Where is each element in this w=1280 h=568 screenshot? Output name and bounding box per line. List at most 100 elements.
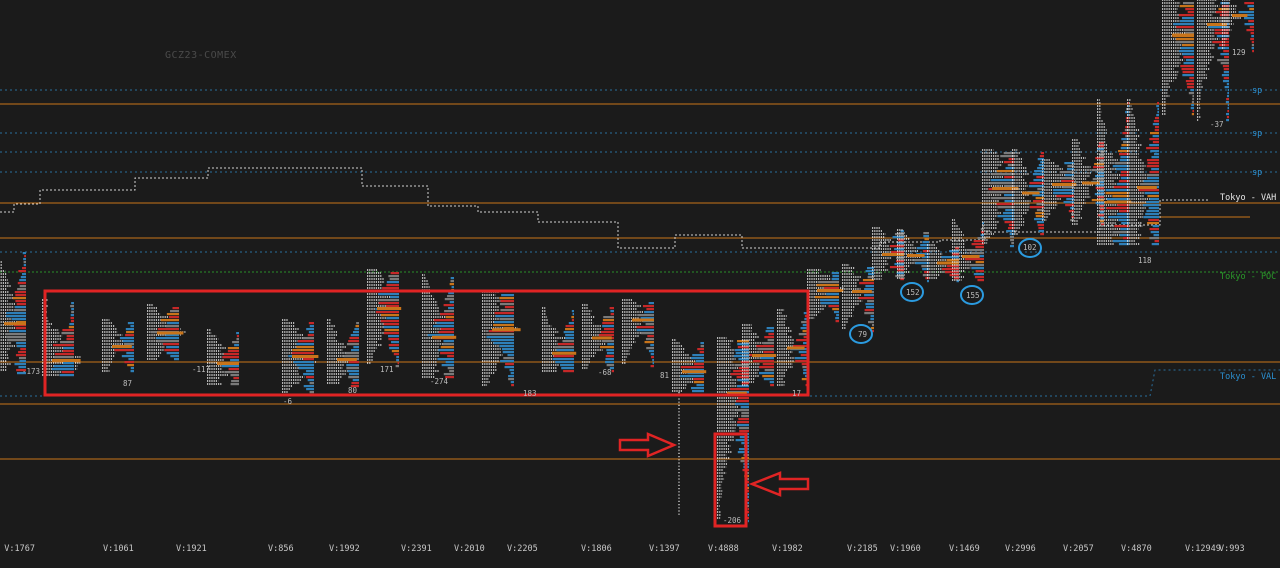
- volume-bar: [1225, 113, 1229, 116]
- volume-bar: [486, 336, 514, 339]
- volume-bar: [598, 334, 614, 337]
- volume-bar: [870, 318, 874, 321]
- volume-bar: [1153, 120, 1159, 123]
- volume-bar: [971, 267, 984, 270]
- volume-bar: [915, 262, 929, 265]
- volume-bar: [1140, 183, 1159, 186]
- volume-bar: [388, 275, 399, 278]
- volume-bar: [965, 258, 984, 261]
- volume-bar: [388, 344, 399, 347]
- volume-bar: [652, 359, 654, 362]
- volume-bar: [165, 325, 179, 328]
- volume-bar: [1138, 189, 1159, 192]
- volume-bar: [817, 281, 839, 284]
- volume-bar: [864, 309, 874, 312]
- volume-bar: [609, 307, 614, 310]
- volume-bar: [377, 299, 399, 302]
- volume-bar: [700, 342, 704, 345]
- volume-bar: [11, 318, 26, 321]
- volume-profile: [542, 307, 577, 373]
- volume-bar: [302, 337, 314, 340]
- delta-label: 129: [1232, 48, 1246, 57]
- volume-bar: [650, 353, 654, 356]
- volume-bar: [389, 347, 399, 350]
- volume-bar: [1097, 190, 1104, 193]
- volume-bar: [1183, 62, 1194, 65]
- volume-bar: [952, 253, 959, 256]
- volume-profile: [327, 319, 359, 388]
- volume-bar: [1154, 240, 1159, 243]
- volume-bar: [222, 356, 239, 359]
- volume-bar: [444, 310, 454, 313]
- volume-bar: [505, 363, 514, 366]
- volume-bar: [343, 355, 359, 358]
- delta-label: 183: [523, 389, 537, 398]
- volume-bar: [351, 382, 359, 385]
- volume-profile: [102, 319, 134, 373]
- volume-profile: [147, 304, 186, 361]
- volume-bar: [382, 287, 399, 290]
- volume-bar: [494, 312, 514, 315]
- volume-bar: [1181, 17, 1194, 20]
- volume-bar: [390, 272, 399, 275]
- volume-bar: [307, 379, 314, 382]
- volume-bar: [59, 374, 74, 377]
- volume-bar: [1153, 234, 1159, 237]
- volume-bar: [695, 360, 704, 363]
- volume-bar: [16, 345, 26, 348]
- volume-bar: [765, 330, 774, 333]
- volume-bar: [1227, 89, 1229, 92]
- volume-bar: [1009, 233, 1014, 236]
- volume-bar: [345, 352, 359, 355]
- volume-bar: [1178, 14, 1194, 17]
- chart-canvas[interactable]: sp sp sp Tokyo - VAH Tokyo - POC Tokyo - VAL -…: [0, 0, 1280, 568]
- volume-bar: [1179, 20, 1194, 23]
- volume-bar: [440, 313, 454, 316]
- volume-bar: [697, 348, 704, 351]
- volume-bar: [1151, 156, 1159, 159]
- volume-bar: [16, 342, 26, 345]
- volume-profile: [42, 299, 81, 377]
- volume-bar: [395, 365, 399, 368]
- volume-bar: [1182, 53, 1194, 56]
- volume-bar: [607, 343, 614, 346]
- volume-bar: [356, 322, 359, 325]
- volume-bar: [650, 365, 654, 368]
- poc-marker: [217, 362, 239, 365]
- volume-profile: [842, 264, 874, 333]
- volume-bar: [1059, 171, 1074, 174]
- volume-bar: [499, 303, 514, 306]
- volume-bar: [12, 297, 26, 300]
- volume-bar: [562, 340, 574, 343]
- volume-bar: [352, 331, 359, 334]
- volume-bar: [66, 335, 74, 338]
- volume-bar: [645, 338, 654, 341]
- volume-bar: [831, 272, 839, 275]
- volume-bar: [758, 372, 774, 375]
- volume-bar: [384, 329, 399, 332]
- volume-bar: [565, 328, 574, 331]
- volume-bar: [164, 349, 179, 352]
- volume-bar: [166, 313, 179, 316]
- volume-bar: [555, 361, 574, 364]
- volume-bar: [1219, 44, 1229, 47]
- volume-bar: [610, 313, 614, 316]
- poc-marker: [1172, 33, 1194, 37]
- volume-bar: [1009, 245, 1014, 248]
- volume-bar: [747, 514, 749, 517]
- poc-marker: [112, 345, 132, 348]
- volume-bar: [1000, 155, 1014, 158]
- volume-bar: [494, 321, 514, 324]
- volume-bar: [974, 276, 984, 279]
- volume-bar: [769, 381, 774, 384]
- volume-bar: [230, 383, 239, 386]
- volume-bar: [1251, 41, 1254, 44]
- volume-bar: [1149, 228, 1159, 231]
- volume-bar: [740, 406, 749, 409]
- volume-bar: [1182, 44, 1194, 47]
- volume-bar: [1148, 219, 1159, 222]
- poc-marker: [962, 255, 980, 258]
- volume-bar: [646, 308, 654, 311]
- volume-bar: [1152, 225, 1159, 228]
- volume-profile: [622, 299, 654, 368]
